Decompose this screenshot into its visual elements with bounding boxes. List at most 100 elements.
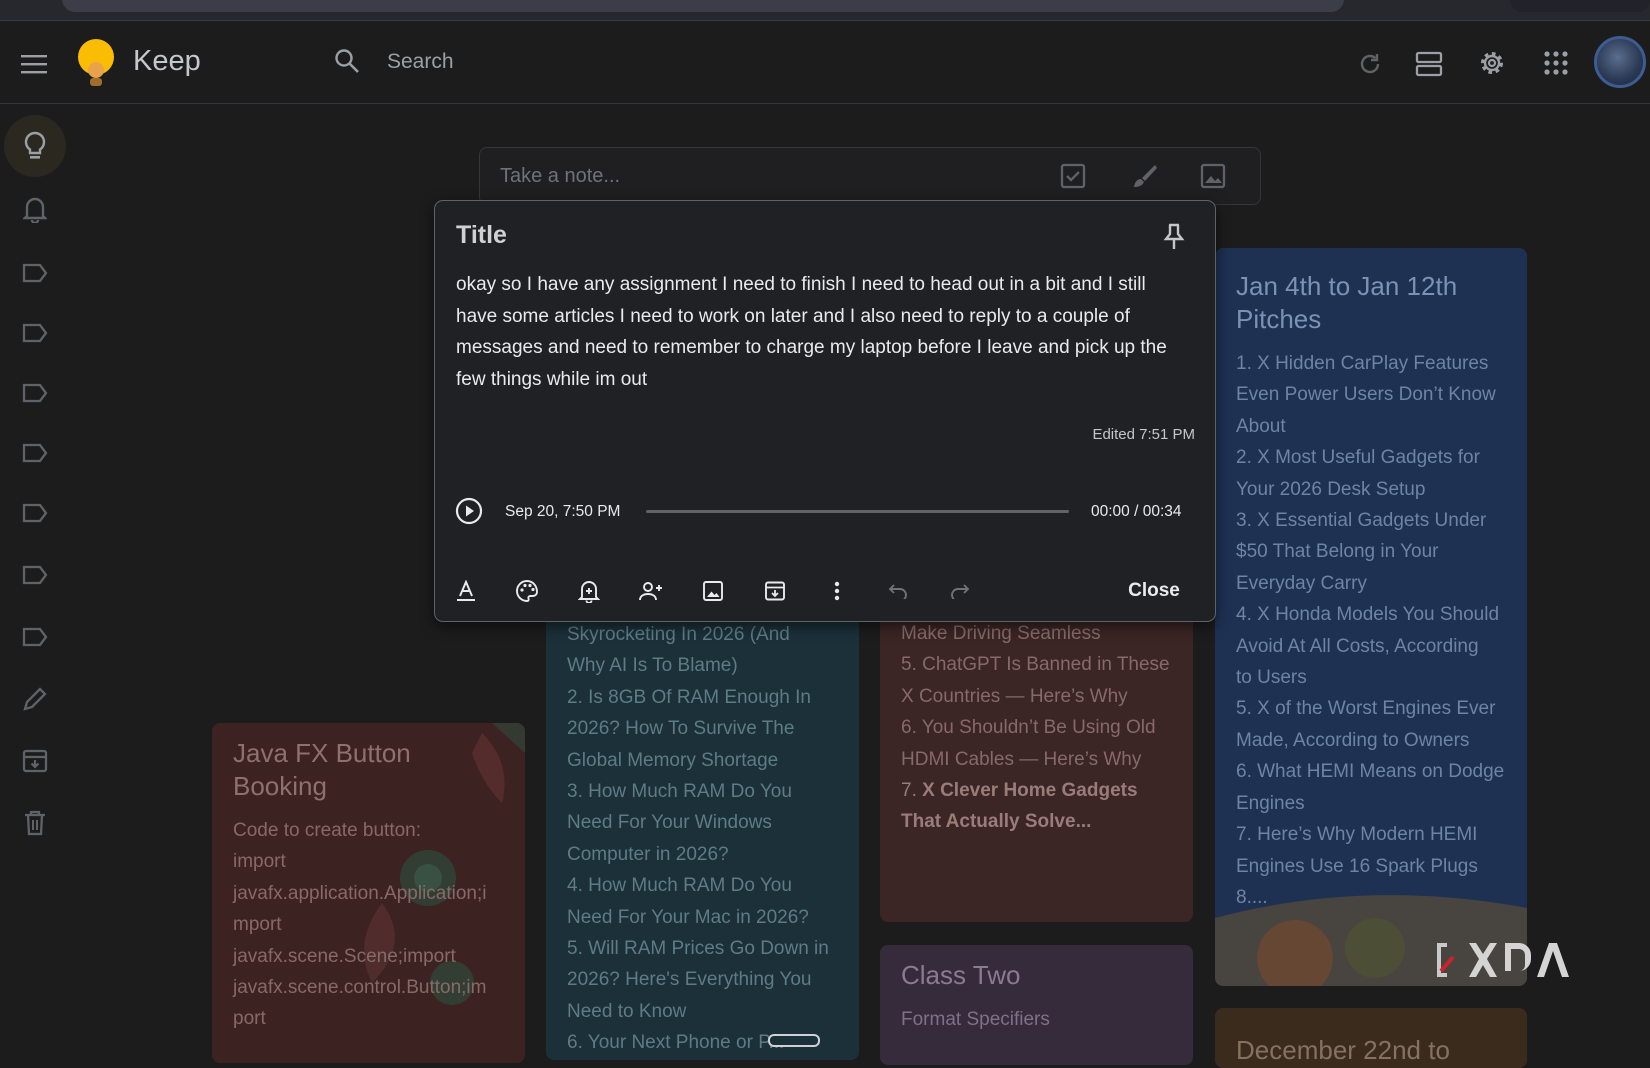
label-icon [22, 263, 48, 283]
note-line: 3. X Essential Gadgets Under [1236, 510, 1487, 532]
list-view-icon [1415, 51, 1443, 77]
browser-toolbar [0, 0, 1650, 21]
note-line: 6. You Shouldn’t Be Using Old [901, 717, 1156, 739]
note-line: HDMI Cables — Here’s Why [901, 748, 1142, 770]
note-line: Need For Your Mac in 2026? [567, 906, 809, 928]
undo-button[interactable] [878, 571, 918, 611]
label-icon [22, 627, 48, 647]
audio-recorded-date: Sep 20, 7:50 PM [505, 503, 621, 520]
note-card[interactable]: December 22nd to [1215, 1008, 1527, 1068]
note-line-number: 7. [901, 780, 923, 802]
new-list-button[interactable] [1060, 163, 1086, 194]
scroll-handle[interactable] [768, 1034, 820, 1047]
note-card[interactable]: Jan 4th to Jan 12th Pitches 1. X Hidden … [1215, 248, 1527, 986]
archive-icon [765, 581, 785, 601]
pin-icon [1163, 223, 1185, 249]
note-body: 1. X Hidden CarPlay Features Even Power … [1236, 348, 1506, 913]
note-body-input[interactable]: okay so I have any assignment I need to … [456, 269, 1191, 395]
note-title: Java FX Button Booking [233, 738, 411, 801]
note-line: import [233, 851, 286, 873]
note-card[interactable]: Java FX Button Booking Code to create bu… [212, 723, 525, 1063]
note-card[interactable]: Skyrocketing In 2026 (And Why AI Is To B… [546, 600, 859, 1060]
sidebar-item-label[interactable] [14, 554, 56, 596]
image-icon [1200, 163, 1226, 189]
refresh-button[interactable] [1352, 46, 1388, 82]
label-icon [22, 565, 48, 585]
new-drawing-button[interactable] [1131, 163, 1157, 194]
formatting-options-button[interactable] [446, 571, 486, 611]
note-line: 2026? How To Survive The [567, 718, 795, 740]
note-line: Format Specifiers [901, 1009, 1050, 1030]
palette-icon [516, 580, 538, 602]
xda-logo [1437, 943, 1569, 977]
note-line: javafx.application.Application;i [233, 882, 487, 904]
address-bar[interactable] [62, 0, 1344, 12]
pencil-icon [23, 687, 47, 711]
remind-me-button[interactable] [569, 571, 609, 611]
redo-button[interactable] [940, 571, 980, 611]
sidebar-item-edit-labels[interactable] [14, 678, 56, 720]
more-options-button[interactable] [817, 571, 857, 611]
audio-play-button[interactable] [455, 497, 483, 530]
search-icon [335, 49, 359, 73]
note-line: Skyrocketing In 2026 (And [567, 624, 790, 645]
sidebar-item-label[interactable] [14, 432, 56, 474]
sidebar-item-archive[interactable] [14, 740, 56, 782]
note-line: Global Memory Shortage [567, 749, 779, 771]
sidebar-item-label[interactable] [14, 312, 56, 354]
note-card[interactable]: Make Driving Seamless 5. ChatGPT Is Bann… [880, 600, 1193, 922]
note-line: Make Driving Seamless [901, 623, 1101, 644]
note-line: 7. Here’s Why Modern HEMI [1236, 824, 1478, 846]
sidebar-item-notes[interactable] [4, 115, 66, 177]
background-options-button[interactable] [507, 571, 547, 611]
main-menu-button[interactable] [18, 48, 50, 80]
take-note-input[interactable]: Take a note... [500, 165, 620, 188]
note-editor-dialog: Title okay so I have any assignment I ne… [434, 200, 1216, 622]
sidebar-item-label[interactable] [14, 372, 56, 414]
audio-player: Sep 20, 7:50 PM 00:00 / 00:34 [455, 495, 1195, 527]
search-button[interactable] [334, 48, 360, 79]
note-line: 2. X Most Useful Gadgets for [1236, 447, 1480, 469]
note-title: December 22nd to [1236, 1035, 1450, 1065]
list-view-button[interactable] [1411, 46, 1447, 82]
settings-button[interactable] [1474, 45, 1510, 81]
note-line: About [1236, 415, 1286, 437]
add-image-button[interactable] [693, 571, 733, 611]
note-line: javafx.scene.control.Button;im [233, 977, 487, 999]
note-line: to Users [1236, 667, 1307, 689]
note-body: Skyrocketing In 2026 (And Why AI Is To B… [567, 619, 838, 1059]
label-icon [22, 503, 48, 523]
note-title-input[interactable]: Title [456, 221, 507, 250]
pin-button[interactable] [1163, 223, 1185, 256]
note-line: Need For Your Windows [567, 812, 772, 834]
note-line-bold: X Clever Home Gadgets [922, 780, 1138, 802]
browser-button[interactable] [1510, 0, 1650, 12]
apps-button[interactable] [1538, 45, 1574, 81]
search-input[interactable]: Search [387, 50, 454, 74]
collaborator-button[interactable] [631, 571, 671, 611]
archive-button[interactable] [755, 571, 795, 611]
sidebar-item-trash[interactable] [14, 802, 56, 844]
note-card[interactable]: Class Two Format Specifiers [880, 945, 1193, 1065]
gear-icon [1481, 52, 1503, 74]
note-line: That Actually Solve... [901, 811, 1092, 833]
note-line: Everyday Carry [1236, 572, 1367, 594]
close-button[interactable]: Close [1095, 571, 1213, 611]
note-line: Need to Know [567, 1000, 687, 1022]
note-line: Your 2026 Desk Setup [1236, 478, 1426, 500]
sidebar-item-label[interactable] [14, 616, 56, 658]
sidebar-item-label[interactable] [14, 252, 56, 294]
note-line: Engines [1236, 792, 1305, 814]
audio-progress-bar[interactable] [646, 510, 1069, 513]
new-image-button[interactable] [1200, 163, 1226, 194]
note-line: 1. X Hidden CarPlay Features [1236, 353, 1489, 374]
audio-time: 00:00 / 00:34 [1091, 503, 1182, 520]
note-line: 5. X of the Worst Engines Ever [1236, 698, 1496, 720]
take-note-bar[interactable]: Take a note... [479, 147, 1261, 205]
sidebar-item-label[interactable] [14, 492, 56, 534]
account-avatar[interactable] [1594, 36, 1646, 88]
note-line: Made, According to Owners [1236, 729, 1470, 751]
xda-watermark [1433, 937, 1593, 987]
sidebar-item-reminders[interactable] [14, 188, 56, 230]
play-icon [455, 497, 483, 525]
